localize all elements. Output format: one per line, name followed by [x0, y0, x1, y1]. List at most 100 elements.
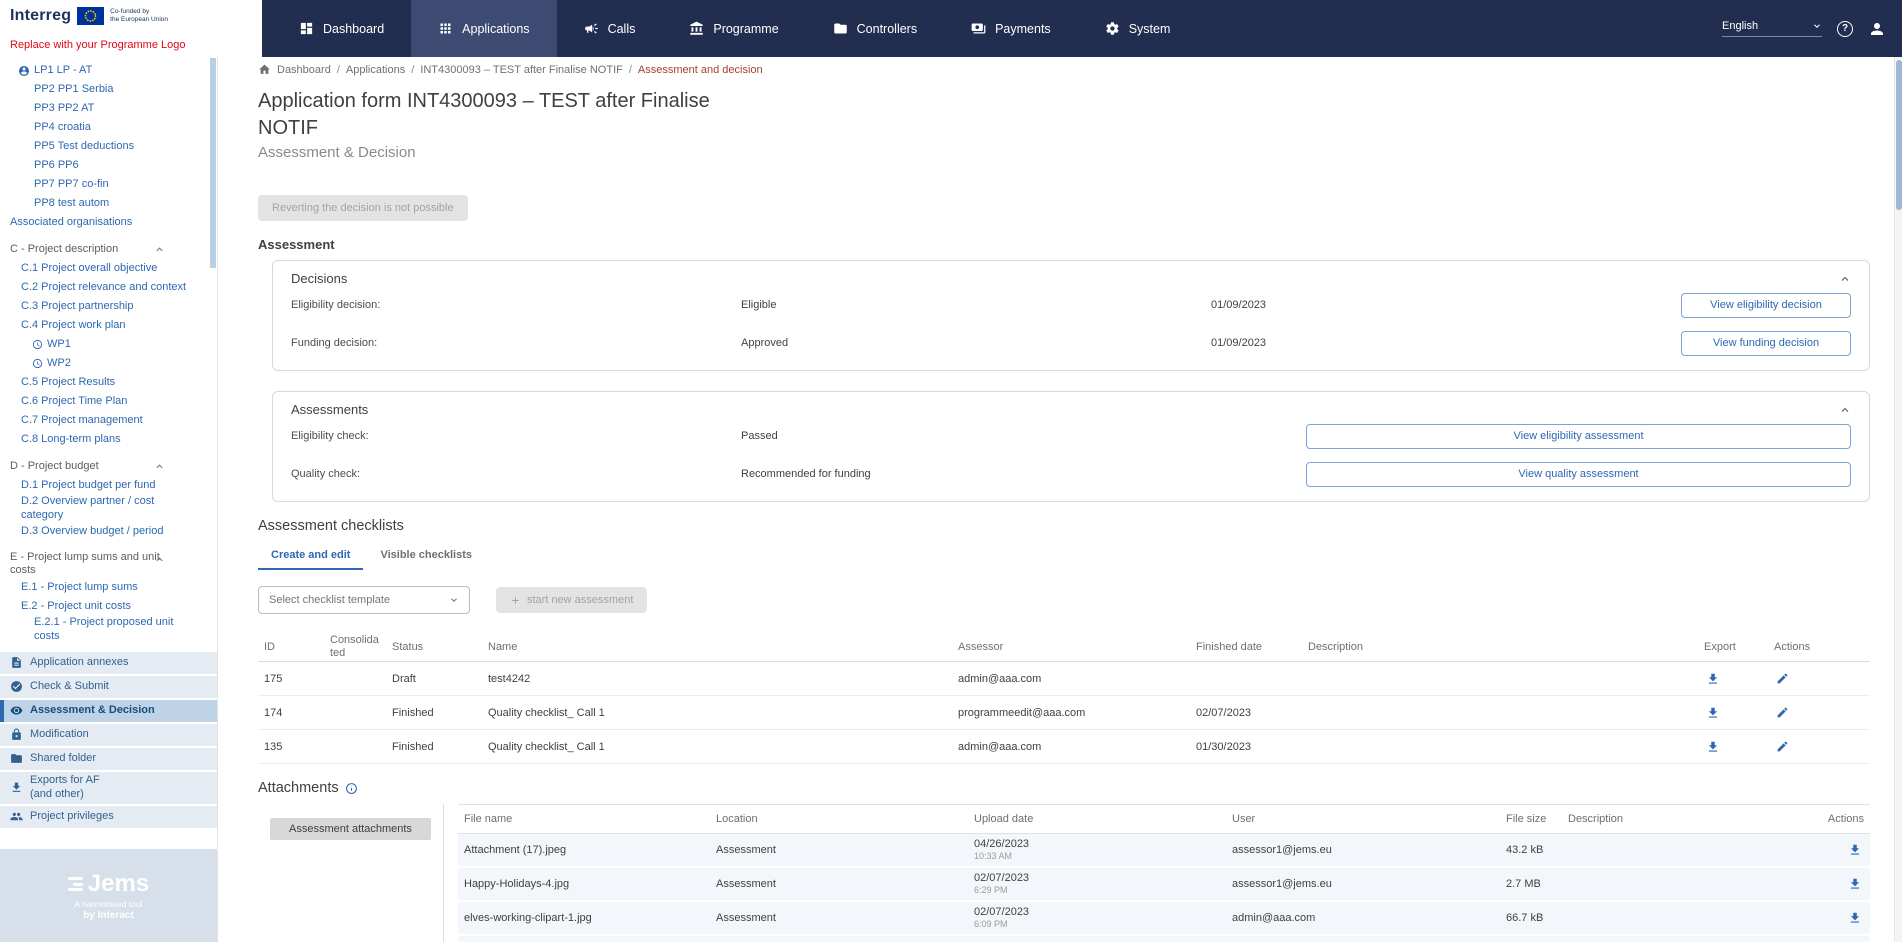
checklist-name: test4242 — [482, 673, 952, 685]
page-scrollbar[interactable] — [1894, 57, 1902, 942]
home-icon[interactable] — [258, 63, 271, 76]
view-funding-decision-button[interactable]: View funding decision — [1681, 331, 1851, 356]
nav-controllers[interactable]: Controllers — [806, 0, 944, 57]
export-checklist-button[interactable] — [1704, 670, 1722, 688]
workplan-icon — [32, 358, 43, 369]
attachments-heading-label: Attachments — [258, 780, 339, 796]
checklist-name: Quality checklist_ Call 1 — [482, 707, 952, 719]
download-icon — [10, 781, 23, 794]
breadcrumb-project[interactable]: INT4300093 – TEST after Finalise NOTIF — [420, 64, 623, 76]
sidebar-item-c7[interactable]: C.7 Project management — [0, 411, 217, 430]
help-icon[interactable]: ? — [1837, 21, 1853, 37]
attachment-row[interactable]: elves-working-clipart-1.jpg Assessment 0… — [458, 902, 1870, 936]
sidebar-item-wp2[interactable]: WP2 — [0, 354, 217, 373]
attachment-row[interactable]: Attachment (17).jpeg Assessment 04/26/20… — [458, 834, 1870, 868]
nav-programme[interactable]: Programme — [662, 0, 805, 57]
sidebar-item-application-annexes[interactable]: Application annexes — [0, 652, 217, 674]
breadcrumb-separator: / — [337, 64, 340, 76]
col-file-name: File name — [458, 813, 710, 825]
tab-create-and-edit[interactable]: Create and edit — [258, 540, 363, 570]
checklist-row[interactable]: 174 Finished Quality checklist_ Call 1 p… — [258, 696, 1870, 730]
breadcrumb-applications[interactable]: Applications — [346, 64, 405, 76]
nav-payments[interactable]: Payments — [944, 0, 1078, 57]
sidebar-item-partner-pp5[interactable]: PP5 Test deductions — [0, 137, 217, 156]
language-select[interactable]: English — [1722, 20, 1822, 37]
chevron-down-icon — [449, 595, 459, 605]
export-checklist-button[interactable] — [1704, 704, 1722, 722]
nav-dashboard[interactable]: Dashboard — [272, 0, 411, 57]
tree-node-assessment-attachments[interactable]: Assessment attachments — [270, 818, 431, 840]
sidebar-item-d2[interactable]: D.2 Overview partner / cost category — [0, 495, 217, 523]
sidebar-item-c2[interactable]: C.2 Project relevance and context — [0, 278, 217, 297]
nav-applications[interactable]: Applications — [411, 0, 556, 57]
sidebar-item-modification[interactable]: Modification — [0, 724, 217, 746]
sidebar-item-e1[interactable]: E.1 - Project lump sums — [0, 578, 217, 597]
collapse-assessments-button[interactable] — [1839, 404, 1851, 416]
sidebar-section-e-header[interactable]: E - Project lump sums and unit costs — [0, 551, 217, 579]
sidebar-item-partner-pp6[interactable]: PP6 PP6 — [0, 156, 217, 175]
sidebar-item-e21[interactable]: E.2.1 - Project proposed unit costs — [0, 616, 217, 644]
sidebar-item-c1[interactable]: C.1 Project overall objective — [0, 259, 217, 278]
edit-checklist-button[interactable] — [1774, 670, 1791, 687]
sidebar-item-assessment-and-decision[interactable]: Assessment & Decision — [0, 700, 217, 722]
download-attachment-button[interactable] — [1846, 909, 1864, 927]
interreg-wordmark: Interreg — [10, 7, 71, 25]
edit-checklist-button[interactable] — [1774, 704, 1791, 721]
user-account-icon[interactable] — [1868, 20, 1886, 38]
sidebar-item-shared-folder[interactable]: Shared folder — [0, 748, 217, 770]
nav-system[interactable]: System — [1078, 0, 1198, 57]
sidebar-item-d1[interactable]: D.1 Project budget per fund — [0, 476, 217, 495]
nav-calls[interactable]: Calls — [557, 0, 663, 57]
sidebar-item-d3[interactable]: D.3 Overview budget / period — [0, 523, 217, 542]
view-quality-assessment-button[interactable]: View quality assessment — [1306, 462, 1851, 487]
info-icon[interactable] — [345, 782, 358, 795]
sidebar-item-label: Shared folder — [30, 752, 96, 766]
checklist-row[interactable]: 135 Finished Quality checklist_ Call 1 a… — [258, 730, 1870, 764]
checklist-row[interactable]: 175 Draft test4242 admin@aaa.com — [258, 662, 1870, 696]
attachment-row-partial[interactable]: 02/07/2023 — [458, 936, 1870, 942]
sidebar-scrollbar[interactable] — [210, 58, 216, 268]
sidebar-item-c6[interactable]: C.6 Project Time Plan — [0, 392, 217, 411]
sidebar-item-c8[interactable]: C.8 Long-term plans — [0, 430, 217, 449]
attachment-file-size: 2.7 MB — [1500, 878, 1562, 890]
main-content: Dashboard / Applications / INT4300093 – … — [218, 57, 1902, 942]
sidebar-item-c5[interactable]: C.5 Project Results — [0, 373, 217, 392]
edit-checklist-button[interactable] — [1774, 738, 1791, 755]
checklist-template-select[interactable]: Select checklist template — [258, 586, 470, 614]
topbar: Interreg Co-funded by the European Union… — [0, 0, 1902, 57]
collapse-decisions-button[interactable] — [1839, 273, 1851, 285]
controllers-icon — [833, 21, 848, 36]
download-attachment-button[interactable] — [1846, 875, 1864, 893]
view-eligibility-assessment-button[interactable]: View eligibility assessment — [1306, 424, 1851, 449]
sidebar-section-d-header[interactable]: D - Project budget — [0, 458, 217, 476]
sidebar-item-partner-pp2[interactable]: PP2 PP1 Serbia — [0, 80, 217, 99]
view-eligibility-decision-button[interactable]: View eligibility decision — [1681, 293, 1851, 318]
sidebar-item-partner-pp3[interactable]: PP3 PP2 AT — [0, 99, 217, 118]
attachments-tree: Assessment attachments — [258, 804, 444, 942]
sidebar-item-partner-pp7[interactable]: PP7 PP7 co-fin — [0, 175, 217, 194]
sidebar-item-e2[interactable]: E.2 - Project unit costs — [0, 597, 217, 616]
attachment-row[interactable]: Happy-Holidays-4.jpg Assessment 02/07/20… — [458, 868, 1870, 902]
sidebar-item-c4[interactable]: C.4 Project work plan — [0, 316, 217, 335]
sidebar-item-partner-pp4[interactable]: PP4 croatia — [0, 118, 217, 137]
sidebar-item-exports[interactable]: Exports for AF (and other) — [0, 772, 217, 804]
sidebar-item-partner-pp8[interactable]: PP8 test autom — [0, 194, 217, 213]
chevron-up-icon — [154, 244, 165, 255]
sidebar-item-project-privileges[interactable]: Project privileges — [0, 806, 217, 828]
sidebar-item-c3[interactable]: C.3 Project partnership — [0, 297, 217, 316]
export-checklist-button[interactable] — [1704, 738, 1722, 756]
col-upload-date: Upload date — [968, 813, 1226, 825]
eu-caption: Co-funded by the European Union — [110, 8, 168, 24]
sidebar-item-associated-organisations[interactable]: Associated organisations — [0, 213, 217, 232]
sidebar-item-wp1[interactable]: WP1 — [0, 335, 217, 354]
download-attachment-button[interactable] — [1846, 841, 1864, 859]
sidebar-section-c-header[interactable]: C - Project description — [0, 241, 217, 259]
checklist-table-header: ID Consolidated Status Name Assessor Fin… — [258, 632, 1870, 662]
tab-visible-checklists[interactable]: Visible checklists — [367, 540, 485, 570]
sidebar-item-check-and-submit[interactable]: Check & Submit — [0, 676, 217, 698]
attachment-upload-time: 10:33 AM — [974, 851, 1220, 862]
sidebar-item-partner-lp1[interactable]: LP1 LP - AT — [0, 61, 217, 80]
breadcrumb-dashboard[interactable]: Dashboard — [277, 64, 331, 76]
sidebar-item-label: Application annexes — [30, 656, 128, 670]
page-scrollbar-thumb[interactable] — [1896, 60, 1902, 210]
